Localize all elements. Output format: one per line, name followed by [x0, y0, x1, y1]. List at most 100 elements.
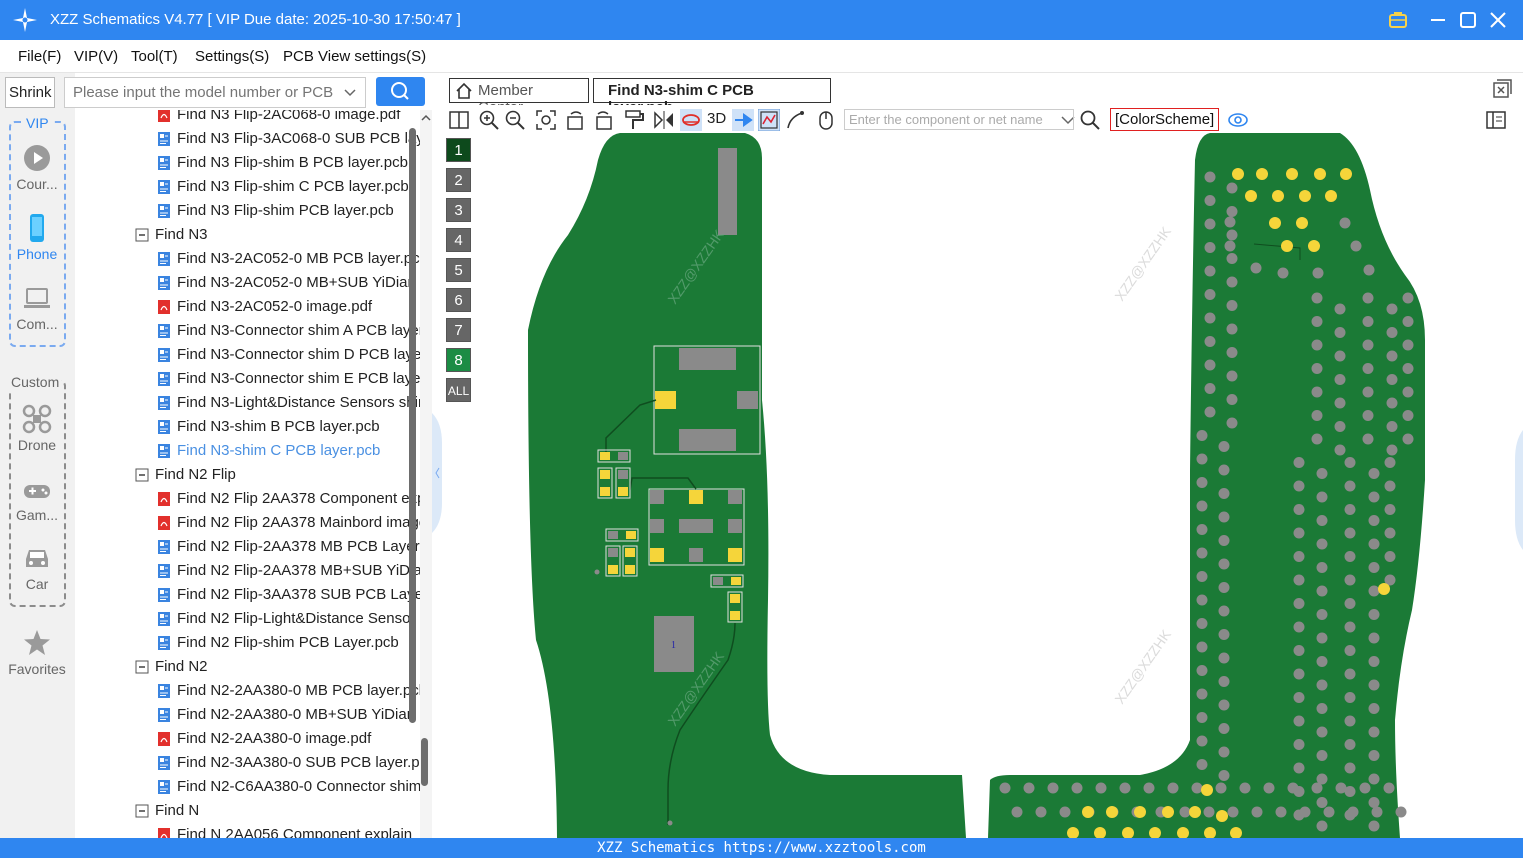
tree-scrollbar-thumb[interactable]: [409, 128, 416, 723]
briefcase-icon[interactable]: [1386, 8, 1410, 32]
layer-button-all[interactable]: ALL: [446, 378, 471, 402]
minimize-icon[interactable]: [1426, 8, 1450, 32]
pad-dot: [1344, 692, 1356, 703]
mouse-icon[interactable]: [815, 109, 837, 131]
status-bar: XZZ Schematics https://www.xzztools.com: [0, 838, 1523, 858]
layer-button-2[interactable]: 2: [446, 168, 471, 192]
close-tab-icon[interactable]: [1492, 79, 1512, 99]
tree-item-label: Find N2: [155, 658, 208, 675]
menu-tool[interactable]: Tool(T): [131, 48, 178, 65]
format-painter-icon[interactable]: [623, 109, 645, 131]
search-button[interactable]: [376, 77, 425, 106]
pcb-file-icon: [158, 156, 170, 170]
zoom-out-icon[interactable]: [504, 109, 526, 131]
tree-item-label: Find N2-3AA380-0 SUB PCB layer.pcb: [177, 754, 420, 771]
close-icon[interactable]: [1486, 8, 1510, 32]
tab-member-center[interactable]: Member Center: [449, 78, 589, 116]
3d-view-button[interactable]: 3D: [707, 110, 726, 127]
layer-button-6[interactable]: 6: [446, 288, 471, 312]
pad-dot: [1204, 336, 1216, 347]
pcb-drawing[interactable]: 1 XZZ@XZZHK XZZ@XZZHK XZZ@XZZHK XZZ@XZZH…: [476, 133, 1523, 838]
menu-settings[interactable]: Settings(S): [195, 48, 269, 65]
layer-button-5[interactable]: 5: [446, 258, 471, 282]
pointer-mode-icon[interactable]: [732, 109, 754, 131]
collapse-minus-icon[interactable]: [135, 659, 149, 675]
pdf-file-icon: [158, 516, 170, 530]
tree-scrollbar-track[interactable]: [420, 110, 432, 838]
trace-icon[interactable]: [785, 109, 807, 131]
pad-dot: [1196, 665, 1208, 676]
collapse-right-icon[interactable]: [1515, 430, 1523, 550]
pcb-canvas[interactable]: 1 XZZ@XZZHK XZZ@XZZHK XZZ@XZZHK XZZ@XZZH…: [476, 133, 1523, 838]
shrink-button[interactable]: Shrink: [5, 77, 55, 108]
pad-dot: [1167, 782, 1179, 794]
sidebar-item-computer[interactable]: Com...: [6, 285, 68, 351]
pad-dot: [1344, 621, 1356, 633]
pad-dot: [1386, 303, 1398, 315]
pad-dot: [1023, 782, 1035, 794]
mirror-icon[interactable]: [653, 109, 675, 131]
right-collapse-handle[interactable]: [1515, 430, 1523, 550]
panel-splitter[interactable]: [432, 73, 442, 838]
pcb-file-icon: [158, 396, 170, 410]
menu-pcb-view-settings[interactable]: PCB View settings(S): [283, 48, 426, 65]
maximize-icon[interactable]: [1456, 8, 1480, 32]
net-highlight-icon[interactable]: [758, 109, 780, 131]
collapse-minus-icon[interactable]: [135, 227, 149, 243]
layer-button-4[interactable]: 4: [446, 228, 471, 252]
flip-board-icon[interactable]: [680, 109, 702, 131]
tree-item-label: Find N: [155, 802, 200, 819]
color-scheme-button[interactable]: [ColorScheme]: [1110, 108, 1219, 131]
pad-dot: [1316, 797, 1328, 808]
rotate-left-icon[interactable]: [565, 109, 587, 131]
pad-dot: [1035, 806, 1047, 818]
pad-dot: [1344, 527, 1356, 539]
pad-dot: [1344, 645, 1356, 656]
pad-dot: [1226, 276, 1238, 288]
sidebar-item-favorites[interactable]: Favorites: [2, 628, 72, 694]
tab-active-pcb[interactable]: Find N3-shim C PCB layer.pcb: [593, 78, 831, 116]
panel-scrollbar-thumb[interactable]: [421, 738, 428, 786]
chevron-down-icon[interactable]: [343, 86, 357, 100]
pad-dot-active: [1232, 168, 1244, 180]
zoom-in-icon[interactable]: [478, 109, 500, 131]
side-panel-icon[interactable]: [1485, 109, 1507, 131]
sidebar-item-car[interactable]: Car: [6, 545, 68, 611]
pad-dot: [1263, 782, 1275, 794]
component-search-input[interactable]: Enter the component or net name: [844, 109, 1074, 130]
model-search-box[interactable]: [64, 77, 366, 108]
collapse-minus-icon[interactable]: [135, 467, 149, 483]
pcb-file-icon: [158, 588, 170, 602]
layer-button-8[interactable]: 8: [446, 348, 471, 372]
pad-dot: [1226, 417, 1238, 429]
tree-item-label: Find N2 Flip-shim PCB Layer.pcb: [177, 634, 399, 651]
layer-button-1[interactable]: 1: [446, 138, 471, 162]
collapse-minus-icon[interactable]: [135, 803, 149, 819]
scroll-up-icon[interactable]: [420, 112, 432, 124]
menu-vip[interactable]: VIP(V): [74, 48, 118, 65]
sidebar-item-game[interactable]: Gam...: [6, 478, 68, 544]
layer-button-3[interactable]: 3: [446, 198, 471, 222]
pad-dot: [1344, 574, 1356, 586]
menu-file[interactable]: File(F): [18, 48, 61, 65]
rotate-right-icon[interactable]: [592, 109, 614, 131]
via: [667, 820, 673, 826]
component-search-icon[interactable]: [1079, 109, 1101, 131]
collapse-left-icon[interactable]: [432, 413, 442, 533]
split-view-icon[interactable]: [448, 109, 470, 131]
sidebar-item-phone[interactable]: Phone: [6, 213, 68, 279]
pad-dot-active: [1281, 240, 1293, 252]
sidebar-item-course[interactable]: Cour...: [6, 143, 68, 209]
pad-dot: [1196, 641, 1208, 653]
pad-dot-active: [1269, 217, 1281, 229]
layer-button-7[interactable]: 7: [446, 318, 471, 342]
pad-dot: [1218, 488, 1230, 499]
model-search-input[interactable]: [73, 84, 333, 101]
pad-dot: [1196, 430, 1208, 441]
sidebar-item-drone[interactable]: Drone: [6, 404, 68, 470]
fit-view-icon[interactable]: [535, 109, 557, 131]
pad-dot-active: [1162, 806, 1174, 818]
pad-dot: [1311, 410, 1323, 421]
eye-icon[interactable]: [1227, 109, 1249, 131]
pad-dot: [1386, 421, 1398, 432]
